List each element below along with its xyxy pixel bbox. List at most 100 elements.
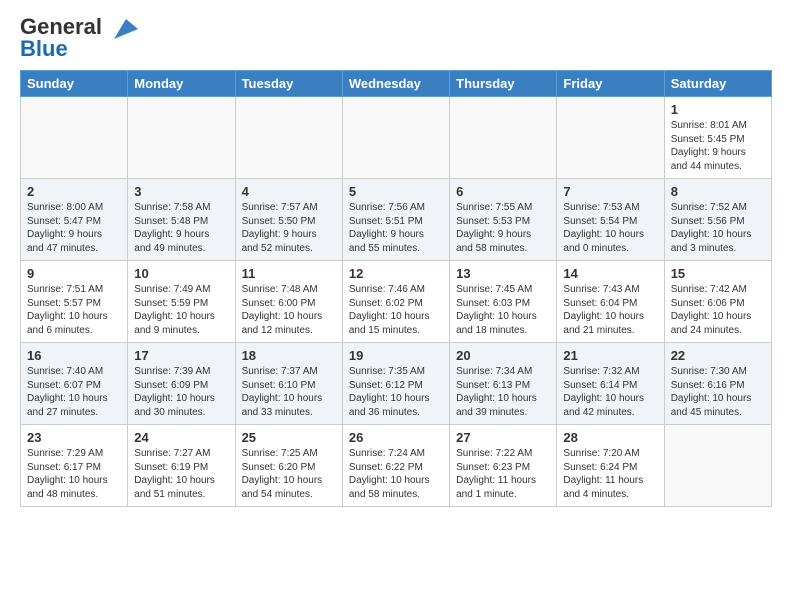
day-number: 10 (134, 266, 228, 281)
day-cell: 7Sunrise: 7:53 AM Sunset: 5:54 PM Daylig… (557, 179, 664, 261)
day-cell: 2 Sunrise: 8:00 AM Sunset: 5:47 PM Daylig… (21, 179, 128, 261)
day-info: Sunrise: 7:58 AM Sunset: 5:48 PM Dayligh… (134, 201, 228, 255)
week-row-5: 23 Sunrise: 7:29 AM Sunset: 6:17 PM Dayli… (21, 425, 772, 507)
day-number: 1 (671, 102, 765, 117)
day-info: Sunrise: 7:42 AM Sunset: 6:06 PM Dayligh… (671, 283, 765, 337)
day-info: Sunrise: 7:24 AM Sunset: 6:22 PM Dayligh… (349, 447, 443, 501)
day-number: 6 (456, 184, 550, 199)
weekday-header-row: SundayMondayTuesdayWednesdayThursdayFrid… (21, 71, 772, 97)
day-cell: 9Sunrise: 7:51 AM Sunset: 5:57 PM Daylig… (21, 261, 128, 343)
day-cell: 26 Sunrise: 7:24 AM Sunset: 6:22 PM Dayli… (342, 425, 449, 507)
day-number: 26 (349, 430, 443, 445)
day-cell: 10 Sunrise: 7:49 AM Sunset: 5:59 PM Dayli… (128, 261, 235, 343)
day-cell: 18 Sunrise: 7:37 AM Sunset: 6:10 PM Dayli… (235, 343, 342, 425)
day-info: Sunrise: 7:49 AM Sunset: 5:59 PM Dayligh… (134, 283, 228, 337)
day-info: Sunrise: 7:40 AM Sunset: 6:07 PM Dayligh… (27, 365, 121, 419)
day-info: Sunrise: 7:56 AM Sunset: 5:51 PM Dayligh… (349, 201, 443, 255)
day-info: Sunrise: 7:35 AM Sunset: 6:12 PM Dayligh… (349, 365, 443, 419)
day-info: Sunrise: 7:29 AM Sunset: 6:17 PM Dayligh… (27, 447, 121, 501)
day-info: Sunrise: 7:43 AM Sunset: 6:04 PM Dayligh… (563, 283, 657, 337)
day-cell (128, 97, 235, 179)
day-cell: 15 Sunrise: 7:42 AM Sunset: 6:06 PM Dayli… (664, 261, 771, 343)
day-number: 25 (242, 430, 336, 445)
day-cell: 27Sunrise: 7:22 AM Sunset: 6:23 PM Dayli… (450, 425, 557, 507)
day-number: 11 (242, 266, 336, 281)
day-info: Sunrise: 7:52 AM Sunset: 5:56 PM Dayligh… (671, 201, 765, 255)
page: General Blue SundayMondayTuesdayWednesda… (0, 0, 792, 523)
weekday-header-friday: Friday (557, 71, 664, 97)
day-cell (21, 97, 128, 179)
logo: General Blue (20, 16, 140, 60)
weekday-header-sunday: Sunday (21, 71, 128, 97)
day-cell: 24Sunrise: 7:27 AM Sunset: 6:19 PM Dayli… (128, 425, 235, 507)
day-number: 17 (134, 348, 228, 363)
weekday-header-monday: Monday (128, 71, 235, 97)
day-info: Sunrise: 8:01 AM Sunset: 5:45 PM Dayligh… (671, 119, 765, 173)
day-number: 3 (134, 184, 228, 199)
day-number: 20 (456, 348, 550, 363)
day-number: 4 (242, 184, 336, 199)
day-cell: 22 Sunrise: 7:30 AM Sunset: 6:16 PM Dayli… (664, 343, 771, 425)
logo-icon (104, 11, 140, 47)
day-info: Sunrise: 7:55 AM Sunset: 5:53 PM Dayligh… (456, 201, 550, 255)
day-number: 9 (27, 266, 121, 281)
day-cell: 25 Sunrise: 7:25 AM Sunset: 6:20 PM Dayli… (235, 425, 342, 507)
day-info: Sunrise: 7:46 AM Sunset: 6:02 PM Dayligh… (349, 283, 443, 337)
day-info: Sunrise: 7:20 AM Sunset: 6:24 PM Dayligh… (563, 447, 657, 501)
weekday-header-thursday: Thursday (450, 71, 557, 97)
day-cell (342, 97, 449, 179)
day-cell: 8 Sunrise: 7:52 AM Sunset: 5:56 PM Daylig… (664, 179, 771, 261)
day-info: Sunrise: 7:30 AM Sunset: 6:16 PM Dayligh… (671, 365, 765, 419)
day-info: Sunrise: 8:00 AM Sunset: 5:47 PM Dayligh… (27, 201, 121, 255)
day-cell: 14 Sunrise: 7:43 AM Sunset: 6:04 PM Dayli… (557, 261, 664, 343)
day-number: 2 (27, 184, 121, 199)
day-number: 8 (671, 184, 765, 199)
day-number: 28 (563, 430, 657, 445)
weekday-header-tuesday: Tuesday (235, 71, 342, 97)
day-cell: 4 Sunrise: 7:57 AM Sunset: 5:50 PM Daylig… (235, 179, 342, 261)
day-number: 15 (671, 266, 765, 281)
week-row-1: 1 Sunrise: 8:01 AM Sunset: 5:45 PM Daylig… (21, 97, 772, 179)
day-info: Sunrise: 7:53 AM Sunset: 5:54 PM Dayligh… (563, 201, 657, 255)
week-row-3: 9Sunrise: 7:51 AM Sunset: 5:57 PM Daylig… (21, 261, 772, 343)
day-cell: 3 Sunrise: 7:58 AM Sunset: 5:48 PM Daylig… (128, 179, 235, 261)
logo-blue: Blue (20, 36, 68, 61)
day-cell: 19Sunrise: 7:35 AM Sunset: 6:12 PM Dayli… (342, 343, 449, 425)
day-cell (450, 97, 557, 179)
day-cell (664, 425, 771, 507)
day-cell: 28 Sunrise: 7:20 AM Sunset: 6:24 PM Dayli… (557, 425, 664, 507)
day-cell (557, 97, 664, 179)
day-info: Sunrise: 7:48 AM Sunset: 6:00 PM Dayligh… (242, 283, 336, 337)
day-number: 22 (671, 348, 765, 363)
day-info: Sunrise: 7:25 AM Sunset: 6:20 PM Dayligh… (242, 447, 336, 501)
weekday-header-wednesday: Wednesday (342, 71, 449, 97)
day-info: Sunrise: 7:57 AM Sunset: 5:50 PM Dayligh… (242, 201, 336, 255)
day-number: 27 (456, 430, 550, 445)
weekday-header-saturday: Saturday (664, 71, 771, 97)
day-number: 12 (349, 266, 443, 281)
day-cell: 6 Sunrise: 7:55 AM Sunset: 5:53 PM Daylig… (450, 179, 557, 261)
day-number: 5 (349, 184, 443, 199)
day-cell (235, 97, 342, 179)
day-info: Sunrise: 7:37 AM Sunset: 6:10 PM Dayligh… (242, 365, 336, 419)
day-number: 21 (563, 348, 657, 363)
day-number: 23 (27, 430, 121, 445)
day-info: Sunrise: 7:45 AM Sunset: 6:03 PM Dayligh… (456, 283, 550, 337)
day-cell: 21 Sunrise: 7:32 AM Sunset: 6:14 PM Dayli… (557, 343, 664, 425)
logo-text: General Blue (20, 16, 102, 60)
day-number: 16 (27, 348, 121, 363)
day-number: 13 (456, 266, 550, 281)
day-cell: 11 Sunrise: 7:48 AM Sunset: 6:00 PM Dayli… (235, 261, 342, 343)
day-cell: 13 Sunrise: 7:45 AM Sunset: 6:03 PM Dayli… (450, 261, 557, 343)
week-row-2: 2 Sunrise: 8:00 AM Sunset: 5:47 PM Daylig… (21, 179, 772, 261)
day-number: 24 (134, 430, 228, 445)
day-number: 14 (563, 266, 657, 281)
calendar: SundayMondayTuesdayWednesdayThursdayFrid… (20, 70, 772, 507)
day-info: Sunrise: 7:32 AM Sunset: 6:14 PM Dayligh… (563, 365, 657, 419)
header: General Blue (20, 16, 772, 60)
day-info: Sunrise: 7:39 AM Sunset: 6:09 PM Dayligh… (134, 365, 228, 419)
day-cell: 1 Sunrise: 8:01 AM Sunset: 5:45 PM Daylig… (664, 97, 771, 179)
day-cell: 17 Sunrise: 7:39 AM Sunset: 6:09 PM Dayli… (128, 343, 235, 425)
day-number: 18 (242, 348, 336, 363)
day-cell: 23 Sunrise: 7:29 AM Sunset: 6:17 PM Dayli… (21, 425, 128, 507)
